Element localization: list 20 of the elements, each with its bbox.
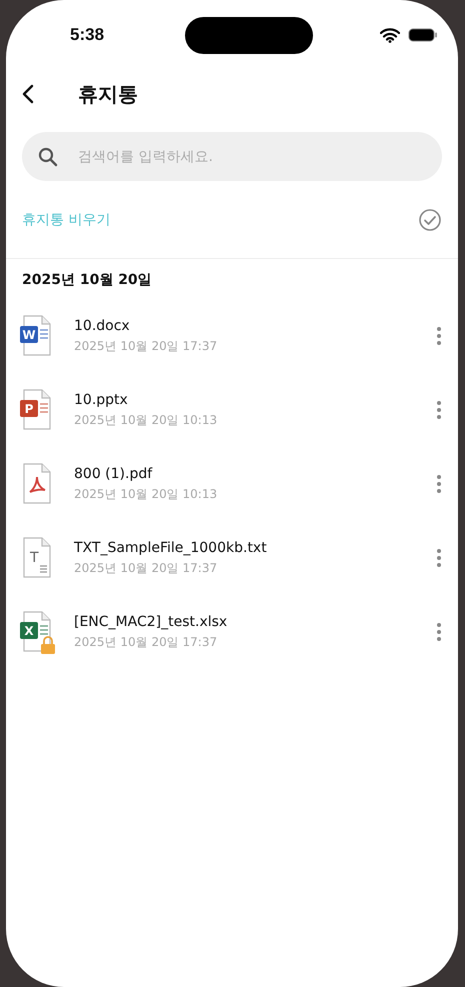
file-date: 2025년 10월 20일 17:37: [74, 338, 218, 354]
page-title: 휴지통: [78, 80, 138, 108]
search-field[interactable]: 검색어를 입력하세요.: [76, 148, 426, 166]
battery-icon: [408, 28, 438, 42]
file-name[interactable]: 800 (1).pdf: [74, 466, 416, 482]
date-heading: 2025년 10월 20일: [21, 271, 153, 290]
file-name[interactable]: 10.pptx: [74, 392, 416, 408]
status-time: 5:38: [70, 25, 106, 45]
file-name[interactable]: TXT_SampleFile_1000kb.txt: [74, 540, 416, 556]
file-date: 2025년 10월 20일 10:13: [74, 412, 218, 428]
file-date: 2025년 10월 20일 10:13: [74, 486, 218, 502]
search-icon: [38, 146, 58, 166]
check-circle-icon[interactable]: [418, 208, 442, 232]
file-name[interactable]: 10.docx: [74, 318, 416, 334]
chevron-left-icon[interactable]: [22, 84, 34, 104]
search-bar[interactable]: 검색어를 입력하세요.: [22, 132, 442, 181]
wifi-icon: [380, 28, 400, 42]
file-date: 2025년 10월 20일 17:37: [74, 634, 218, 650]
file-name[interactable]: [ENC_MAC2]_test.xlsx: [74, 614, 416, 630]
file-date: 2025년 10월 20일 17:37: [74, 560, 218, 576]
